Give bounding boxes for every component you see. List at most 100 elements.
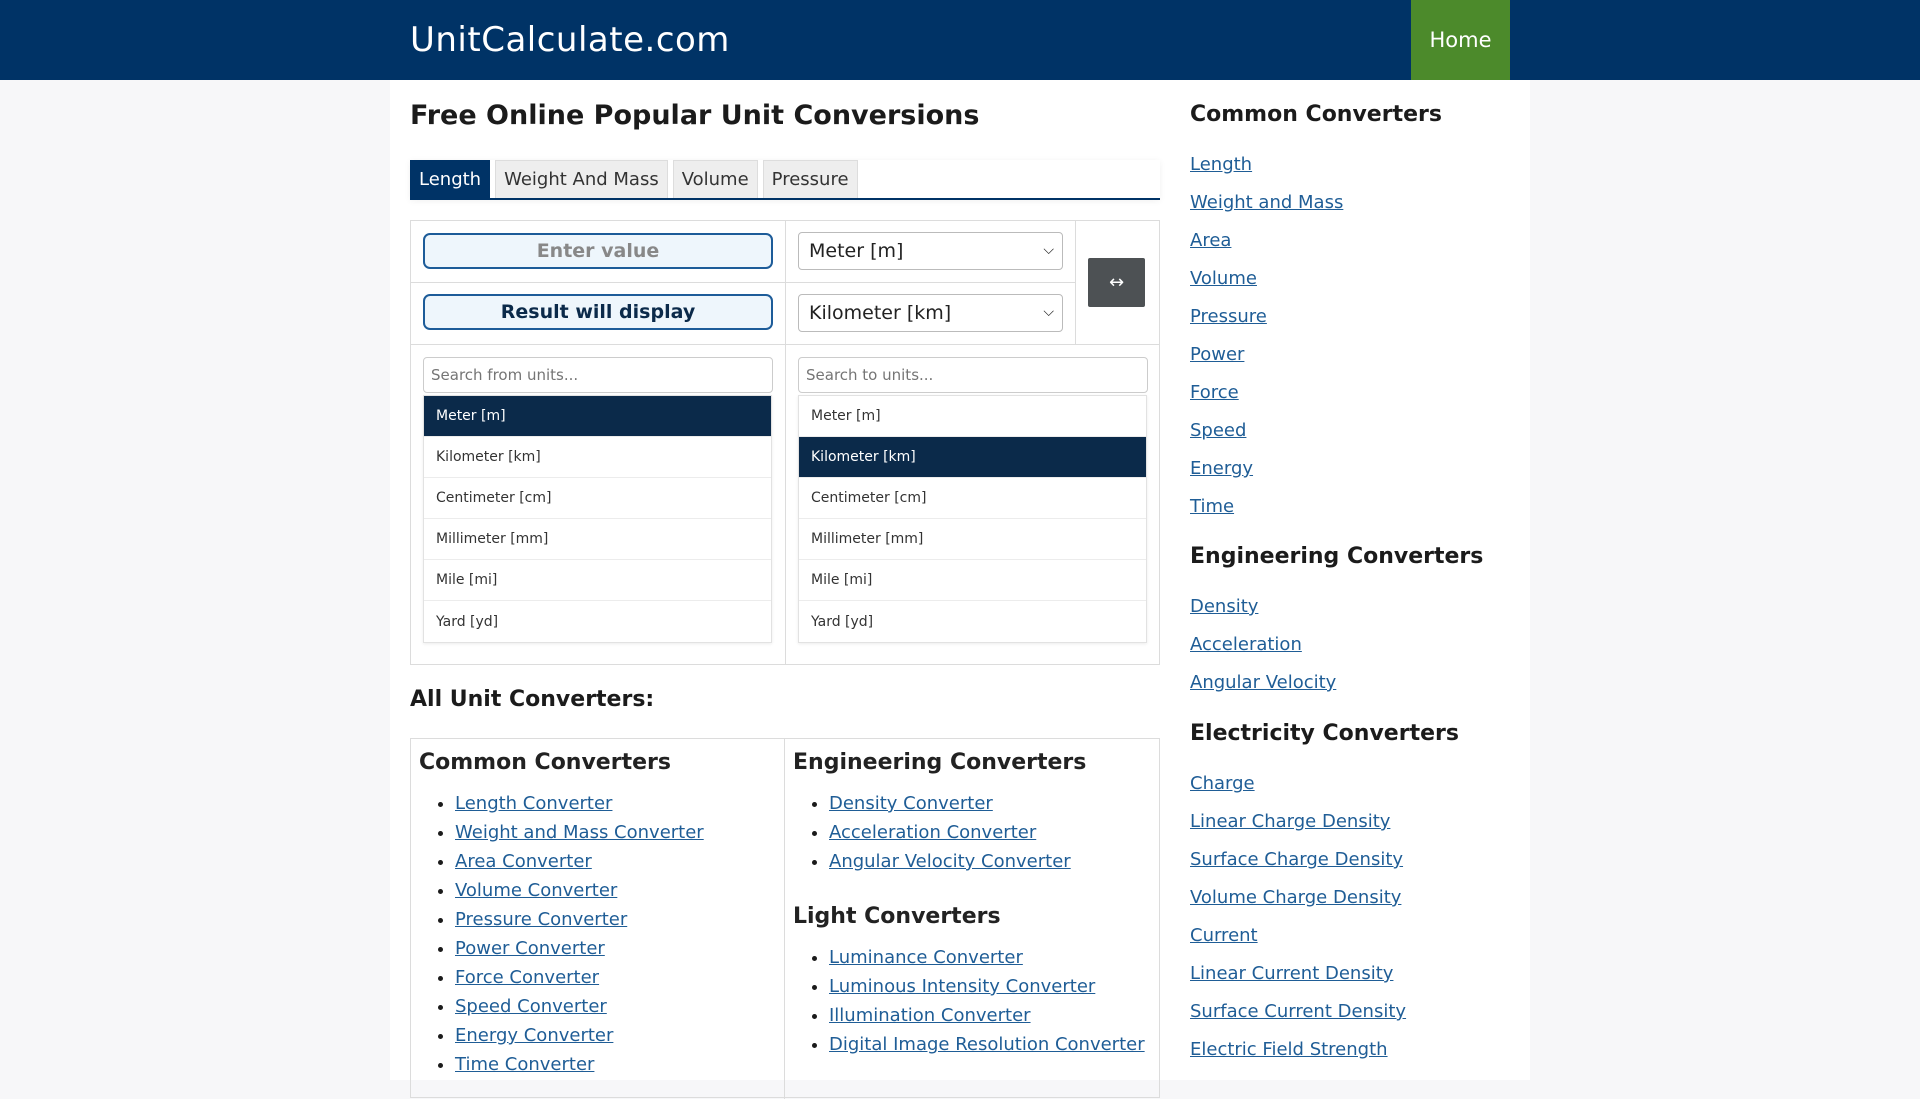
list-item: Illumination Converter [829,1001,1151,1030]
converter-link[interactable]: Pressure Converter [455,909,627,930]
converter-link[interactable]: Force Converter [455,967,599,988]
to-unit-item[interactable]: Mile [mi] [799,560,1146,601]
all-converters-grid: Common Converters Length Converter Weigh… [410,738,1160,1099]
from-unit-search-input[interactable]: Search from units... [423,357,773,393]
from-unit-item[interactable]: Kilometer [km] [424,437,771,478]
tab-volume[interactable]: Volume [672,160,758,198]
sidebar-electricity-heading: Electricity Converters [1190,721,1459,746]
common-converters-heading: Common Converters [419,750,671,775]
list-item: Weight and Mass Converter [455,818,776,847]
list-item: Acceleration Converter [829,818,1151,847]
site-brand[interactable]: UnitCalculate.com [410,0,730,80]
list-item: Digital Image Resolution Converter [829,1030,1151,1059]
sidebar-link[interactable]: Charge [1190,765,1406,803]
from-unit-item[interactable]: Millimeter [mm] [424,519,771,560]
list-item: Energy Converter [455,1021,776,1050]
list-item: Power Converter [455,934,776,963]
to-unit-item[interactable]: Kilometer [km] [799,437,1146,478]
converter-link[interactable]: Digital Image Resolution Converter [829,1034,1145,1055]
to-unit-cell: Kilometer [km] ⌵ [786,283,1076,345]
light-converters-list: Luminance Converter Luminous Intensity C… [793,943,1151,1059]
to-unit-select-value: Kilometer [km] [809,302,952,324]
converter-link[interactable]: Time Converter [455,1054,594,1075]
tab-length[interactable]: Length [410,160,491,198]
converter-link[interactable]: Energy Converter [455,1025,613,1046]
to-unit-item[interactable]: Centimeter [cm] [799,478,1146,519]
converter-tabs: Length Weight And Mass Volume Pressure [410,160,1160,200]
from-unit-cell: Meter [m] ⌵ [786,221,1076,283]
all-converters-heading: All Unit Converters: [410,687,655,712]
converter-link[interactable]: Length Converter [455,793,612,814]
sidebar-link[interactable]: Length [1190,146,1343,184]
from-unit-item[interactable]: Mile [mi] [424,560,771,601]
list-item: Speed Converter [455,992,776,1021]
list-item: Angular Velocity Converter [829,847,1151,876]
sidebar-link[interactable]: Linear Current Density [1190,955,1406,993]
converter-link[interactable]: Speed Converter [455,996,607,1017]
to-unit-item[interactable]: Yard [yd] [799,601,1146,642]
sidebar-link[interactable]: Density [1190,588,1336,626]
light-converters-heading: Light Converters [793,904,1001,929]
sidebar-link[interactable]: Area [1190,222,1343,260]
from-unit-item[interactable]: Meter [m] [424,396,771,437]
converter-link[interactable]: Angular Velocity Converter [829,851,1071,872]
converter-link[interactable]: Volume Converter [455,880,617,901]
converter-link[interactable]: Luminance Converter [829,947,1023,968]
from-unit-select[interactable]: Meter [m] ⌵ [798,232,1063,270]
from-list-cell: Search from units... Meter [m] Kilometer… [411,345,786,665]
converter-link[interactable]: Density Converter [829,793,993,814]
sidebar-link[interactable]: Time [1190,488,1343,526]
to-unit-item[interactable]: Meter [m] [799,396,1146,437]
common-converters-list: Length Converter Weight and Mass Convert… [419,789,776,1079]
sidebar-link[interactable]: Volume [1190,260,1343,298]
chevron-down-icon: ⌵ [1043,304,1054,320]
sidebar-link[interactable]: Weight and Mass [1190,184,1343,222]
sidebar-link[interactable]: Surface Charge Density [1190,841,1406,879]
sidebar-link[interactable]: Force [1190,374,1343,412]
to-unit-item[interactable]: Millimeter [mm] [799,519,1146,560]
tab-weight-and-mass[interactable]: Weight And Mass [495,160,668,198]
sidebar-link[interactable]: Volume Charge Density [1190,879,1406,917]
sidebar-link[interactable]: Power [1190,336,1343,374]
sidebar-link[interactable]: Energy [1190,450,1343,488]
sidebar-link[interactable]: Speed [1190,412,1343,450]
to-unit-search-input[interactable]: Search to units... [798,357,1148,393]
tab-pressure[interactable]: Pressure [762,160,858,198]
from-unit-item[interactable]: Yard [yd] [424,601,771,642]
home-nav-button[interactable]: Home [1411,0,1510,80]
to-unit-select[interactable]: Kilometer [km] ⌵ [798,294,1063,332]
swap-units-button[interactable]: ↔ [1088,258,1145,307]
sidebar-engineering-heading: Engineering Converters [1190,544,1484,569]
from-unit-item[interactable]: Centimeter [cm] [424,478,771,519]
value-cell: Enter value [411,221,786,283]
from-unit-list: Meter [m] Kilometer [km] Centimeter [cm]… [423,395,772,643]
list-item: Luminance Converter [829,943,1151,972]
sidebar-link[interactable]: Angular Velocity [1190,664,1336,702]
converter-link[interactable]: Luminous Intensity Converter [829,976,1095,997]
sidebar-link[interactable]: Surface Current Density [1190,993,1406,1031]
list-item: Volume Converter [455,876,776,905]
value-input[interactable]: Enter value [423,233,773,269]
result-cell: Result will display [411,283,786,345]
chevron-down-icon: ⌵ [1043,242,1054,258]
converter-link[interactable]: Weight and Mass Converter [455,822,704,843]
converter-link[interactable]: Area Converter [455,851,592,872]
list-item: Area Converter [455,847,776,876]
top-navbar: UnitCalculate.com Home [0,0,1920,80]
list-item: Density Converter [829,789,1151,818]
list-item: Length Converter [455,789,776,818]
sidebar-link[interactable]: Pressure [1190,298,1343,336]
sidebar-link[interactable]: Acceleration [1190,626,1336,664]
sidebar-link[interactable]: Linear Charge Density [1190,803,1406,841]
converter-link[interactable]: Acceleration Converter [829,822,1036,843]
sidebar-link[interactable]: Electric Field Strength [1190,1031,1406,1069]
sidebar-engineering-links: Density Acceleration Angular Velocity [1190,588,1336,702]
converter-link[interactable]: Power Converter [455,938,605,959]
from-unit-select-value: Meter [m] [809,240,904,262]
sidebar-link[interactable]: Current [1190,917,1406,955]
sidebar-common-heading: Common Converters [1190,102,1442,127]
to-list-cell: Search to units... Meter [m] Kilometer [… [786,345,1159,665]
list-item: Force Converter [455,963,776,992]
converter-link[interactable]: Illumination Converter [829,1005,1031,1026]
result-output: Result will display [423,294,773,330]
